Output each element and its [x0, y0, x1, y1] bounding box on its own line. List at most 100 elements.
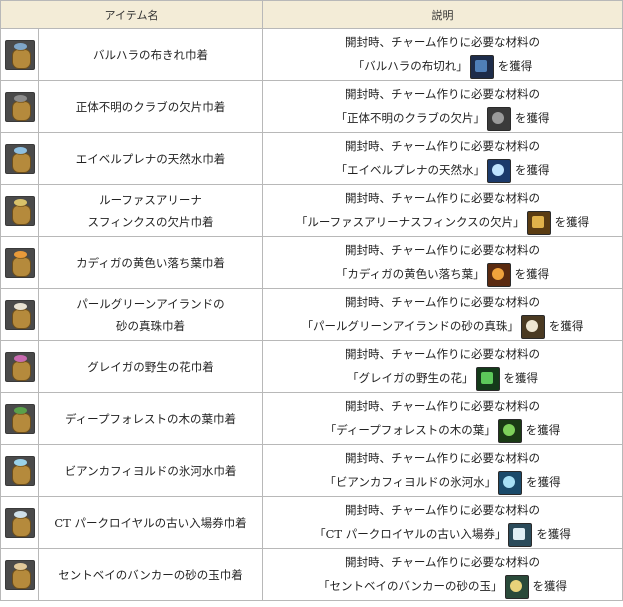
item-icon-cell: [0, 132, 39, 185]
item-description: 開封時、チャーム作りに必要な材料の「エイベルプレナの天然水」 を獲得: [262, 132, 623, 185]
item-name: ルーファスアリーナ スフィンクスの欠片巾着: [38, 184, 263, 237]
description-material-line: 「セントベイのバンカーの砂の玉」 を獲得: [263, 574, 622, 599]
pouch-icon: [4, 247, 35, 278]
pouch-icon: [4, 351, 35, 382]
description-suffix: を獲得: [515, 111, 550, 125]
item-description: 開封時、チャーム作りに必要な材料の「ビアンカフィヨルドの氷河水」 を獲得: [262, 444, 623, 497]
item-icon-cell: [0, 184, 39, 237]
description-material-line: 「バルハラの布切れ」 を獲得: [263, 54, 622, 79]
item-name: CT パークロイヤルの古い入場券巾着: [38, 496, 263, 549]
material-name: 「CT パークロイヤルの古い入場券」: [314, 527, 507, 541]
item-icon-cell: [0, 340, 39, 393]
table-row: ディープフォレストの木の葉巾着 開封時、チャーム作りに必要な材料の 「ディープフォレ…: [0, 392, 623, 445]
description-line: 開封時、チャーム作りに必要な材料の: [344, 503, 541, 517]
material-icon: [487, 107, 511, 131]
item-name: ディープフォレストの木の葉巾着: [38, 392, 263, 445]
item-name: エイベルプレナの天然水巾着: [38, 132, 263, 185]
description-suffix: を獲得: [497, 59, 533, 73]
material-icon: [504, 575, 529, 599]
item-description: 開封時、チャーム作りに必要な材料の「バルハラの布切れ」 を獲得: [262, 28, 623, 81]
material-name: 「セントベイのバンカーの砂の玉」: [317, 579, 503, 593]
item-icon-cell: [0, 392, 39, 445]
item-description: 開封時、チャーム作りに必要な材料の「パールグリーンアイランドの砂の真珠」 を獲得: [262, 288, 623, 341]
table-row: グレイガの野生の花巾着 開封時、チャーム作りに必要な材料の 「グレイガの野生の花」 を…: [0, 340, 623, 393]
table-row: エイベルプレナの天然水巾着 開封時、チャーム作りに必要な材料の 「エイベルプレナの天…: [0, 132, 623, 185]
description-line: 開封時、チャーム作りに必要な材料の: [344, 555, 541, 569]
item-name: バルハラの布きれ巾着: [38, 28, 263, 81]
description-suffix: を獲得: [526, 475, 561, 489]
material-icon: [498, 471, 523, 495]
table-row: セントベイのバンカーの砂の玉巾着 開封時、チャーム作りに必要な材料の「セントベイの…: [0, 548, 623, 601]
item-name: カディガの黄色い落ち葉巾着: [38, 236, 263, 289]
material-icon: [526, 211, 551, 235]
material-icon: [497, 419, 522, 443]
item-description: 開封時、チャーム作りに必要な材料の「ディープフォレストの木の葉」 を獲得: [262, 392, 623, 445]
item-name-line: ルーファスアリーナ: [99, 192, 202, 207]
item-description: 開封時、チャーム作りに必要な材料の「ルーファスアリーナスフィンクスの欠片」 を獲得: [262, 184, 623, 237]
description-line: 開封時、チャーム作りに必要な材料の: [344, 243, 541, 257]
header-item-name: アイテム名: [0, 0, 263, 29]
item-name-line: スフィンクスの欠片巾着: [87, 214, 214, 229]
description-material-line: 「ビアンカフィヨルドの氷河水」 を獲得: [263, 470, 622, 495]
item-icon-cell: [0, 444, 39, 497]
description-material-line: 「正体不明のクラブの欠片」 を獲得: [263, 106, 622, 131]
description-material-line: 「CT パークロイヤルの古い入場券」 を獲得: [263, 522, 622, 547]
pouch-icon: [4, 559, 35, 590]
pouch-icon: [4, 455, 35, 486]
pouch-icon: [4, 507, 35, 538]
pouch-icon: [4, 39, 35, 70]
material-name: 「バルハラの布切れ」: [352, 59, 468, 73]
item-icon-cell: [0, 80, 39, 133]
item-icon-cell: [0, 496, 39, 549]
item-description: 開封時、チャーム作りに必要な材料の 「正体不明のクラブの欠片」 を獲得: [262, 80, 623, 133]
description-suffix: を獲得: [515, 163, 550, 177]
item-description: 開封時、チャーム作りに必要な材料の「CT パークロイヤルの古い入場券」 を獲得: [262, 496, 623, 549]
description-line: 開封時、チャーム作りに必要な材料の: [344, 295, 541, 309]
description-suffix: を獲得: [503, 371, 539, 385]
material-name: 「カディガの黄色い落ち葉」: [335, 267, 485, 281]
item-description: 開封時、チャーム作りに必要な材料の「カディガの黄色い落ち葉」 を獲得: [262, 236, 623, 289]
items-table: アイテム名 説明 バルハラの布きれ巾着 開封時、チャーム作りに必要な材料の 「バルハ…: [0, 0, 623, 601]
pouch-icon: [4, 299, 35, 330]
item-icon-cell: [0, 28, 39, 81]
description-line: 開封時、チャーム作りに必要な材料の: [344, 139, 541, 153]
material-name: 「パールグリーンアイランドの砂の真珠」: [301, 319, 519, 333]
table-row: ビアンカフィヨルドの氷河水巾着 開封時、チャーム作りに必要な材料の 「ビアンカフィヨ…: [0, 444, 623, 497]
material-name: 「正体不明のクラブの欠片」: [335, 111, 486, 125]
item-name: セントベイのバンカーの砂の玉巾着: [38, 548, 263, 601]
description-suffix: を獲得: [548, 319, 584, 333]
pouch-icon: [4, 195, 35, 226]
material-icon: [487, 159, 511, 183]
item-name: パールグリーンアイランドの 砂の真珠巾着: [38, 288, 263, 341]
item-name-line: パールグリーンアイランドの: [76, 296, 225, 311]
material-name: 「エイベルプレナの天然水」: [335, 163, 486, 177]
pouch-icon: [4, 403, 35, 434]
description-line: 開封時、チャーム作りに必要な材料の: [344, 451, 541, 465]
item-icon-cell: [0, 236, 39, 289]
material-name: 「ディープフォレストの木の葉」: [324, 423, 496, 437]
material-icon: [475, 367, 500, 391]
material-icon: [508, 523, 533, 547]
table-row: カディガの黄色い落ち葉巾着 開封時、チャーム作りに必要な材料の 「カディガの黄色い落…: [0, 236, 623, 289]
description-line: 開封時、チャーム作りに必要な材料の: [344, 347, 541, 361]
material-name: 「グレイガの野生の花」: [347, 371, 474, 385]
item-name-line: 砂の真珠巾着: [116, 318, 185, 333]
description-material-line: 「エイベルプレナの天然水」 を獲得: [263, 158, 622, 183]
description-suffix: を獲得: [536, 527, 571, 541]
material-icon: [469, 55, 494, 79]
pouch-icon: [4, 143, 35, 174]
table-row: ルーファスアリーナ スフィンクスの欠片巾着 開封時、チャーム作りに必要な材料の 「ルー…: [0, 184, 623, 237]
description-material-line: 「ルーファスアリーナスフィンクスの欠片」 を獲得: [263, 210, 622, 235]
description-material-line: 「グレイガの野生の花」 を獲得: [263, 366, 622, 391]
description-suffix: を獲得: [525, 423, 561, 437]
description-line: 開封時、チャーム作りに必要な材料の: [344, 191, 541, 205]
description-suffix: を獲得: [532, 579, 568, 593]
description-material-line: 「カディガの黄色い落ち葉」 を獲得: [263, 262, 622, 287]
item-name: 正体不明のクラブの欠片巾着: [38, 80, 263, 133]
description-material-line: 「パールグリーンアイランドの砂の真珠」 を獲得: [263, 314, 622, 339]
description-suffix: を獲得: [514, 267, 550, 281]
description-line: 開封時、チャーム作りに必要な材料の: [344, 35, 541, 49]
description-line: 開封時、チャーム作りに必要な材料の: [344, 399, 541, 413]
table-row: CT パークロイヤルの古い入場券巾着 開封時、チャーム作りに必要な材料の 「CT パ…: [0, 496, 623, 549]
table-row: バルハラの布きれ巾着 開封時、チャーム作りに必要な材料の「バルハラの布切れ」 を獲得: [0, 28, 623, 81]
